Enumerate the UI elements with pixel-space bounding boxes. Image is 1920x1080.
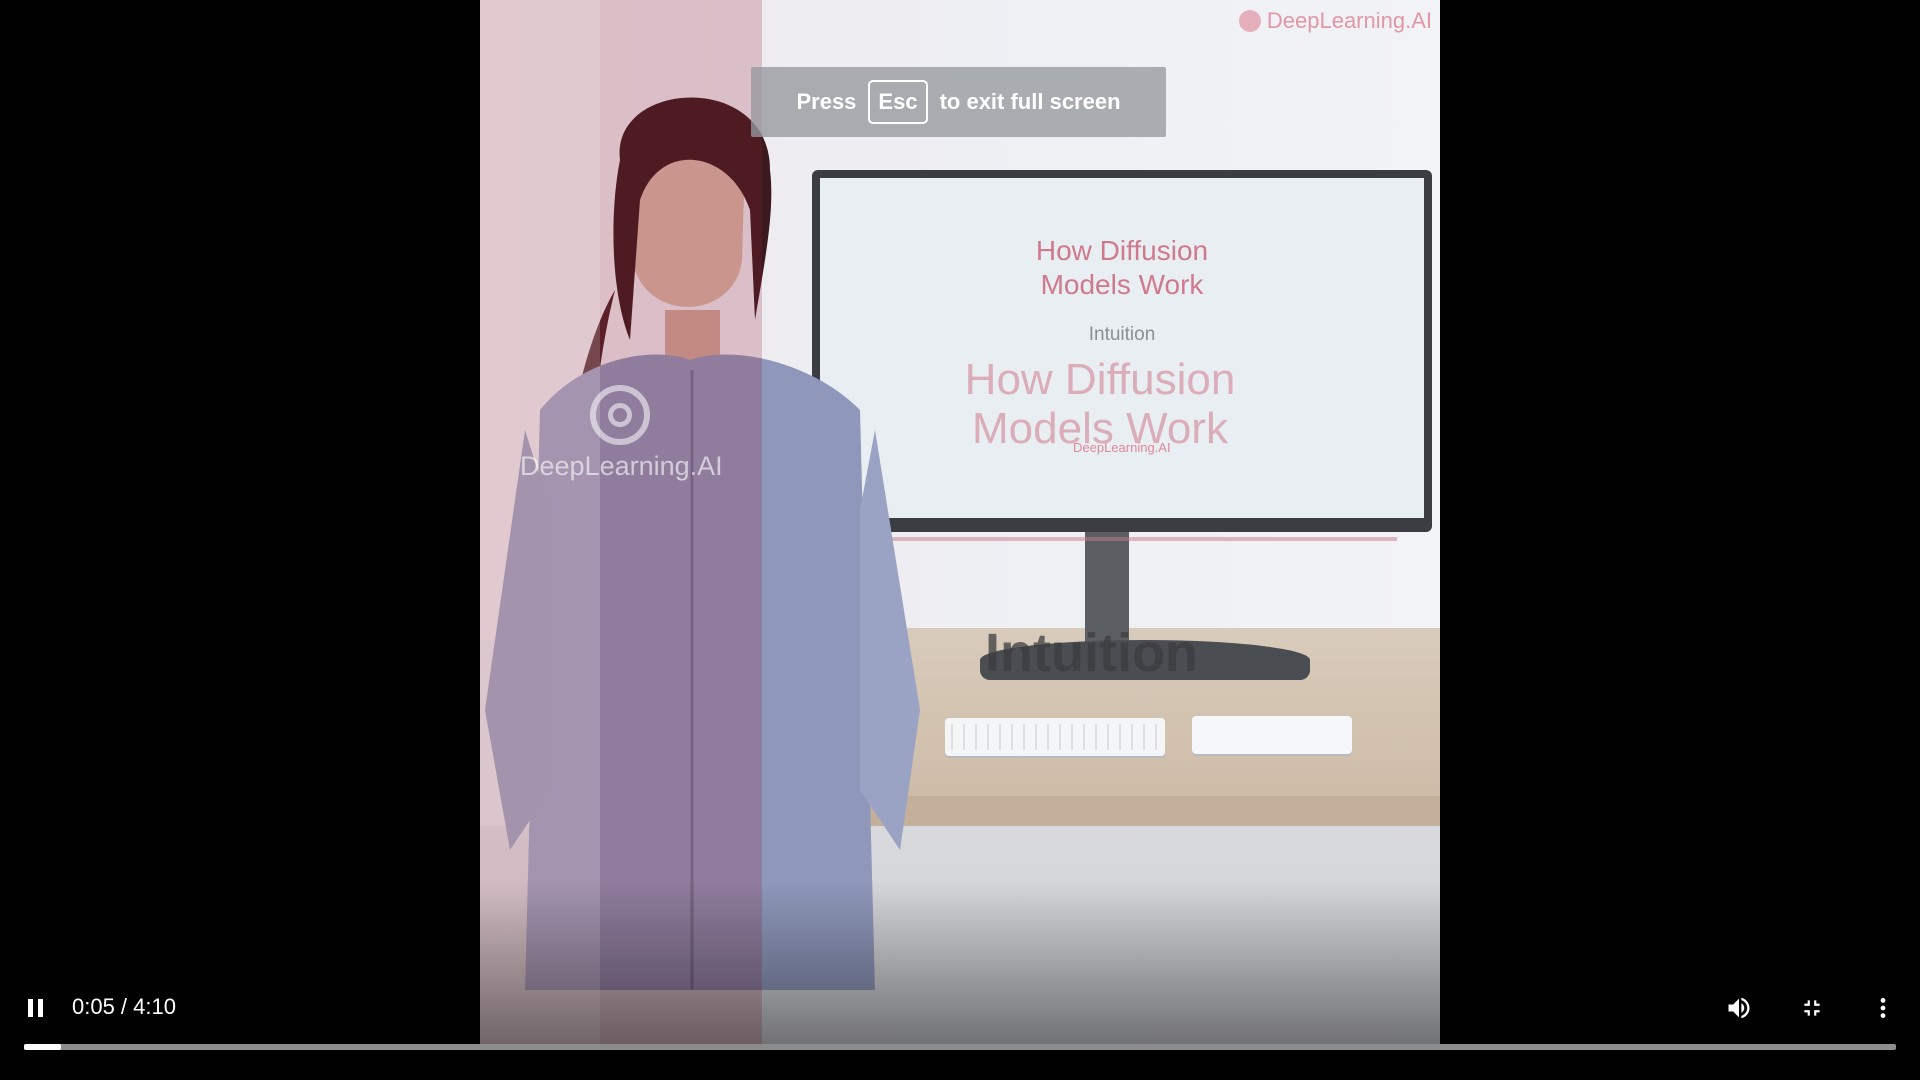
deeplearning-logo-icon (590, 385, 650, 445)
progress-played (24, 1044, 62, 1050)
trackpad (1192, 716, 1352, 754)
exit-fullscreen-icon (1804, 1000, 1820, 1016)
ghost-logo-text: DeepLearning.AI (1073, 440, 1171, 455)
desk-edge (870, 796, 1440, 826)
exit-fullscreen-button[interactable] (1784, 980, 1840, 1036)
fullscreen-toast: Press Esc to exit full screen (751, 67, 1166, 137)
progress-bar[interactable] (24, 1044, 1896, 1050)
side-logo: DeepLearning.AI (520, 385, 723, 482)
more-options-icon (1880, 998, 1886, 1018)
toast-press: Press (796, 89, 857, 114)
keyboard (945, 718, 1165, 756)
ghost-title-line1: How Diffusion (964, 355, 1236, 404)
volume-icon (1728, 997, 1750, 1019)
side-logo-text: DeepLearning.AI (520, 451, 723, 481)
ghost-subtitle: Intuition (985, 623, 1198, 683)
play-pause-button[interactable] (8, 980, 64, 1036)
corner-watermark-text: DeepLearning.AI (1266, 8, 1432, 33)
corner-watermark: DeepLearning.AI (1238, 8, 1432, 34)
toast-suffix: to exit full screen (939, 89, 1121, 114)
pause-icon (28, 999, 43, 1017)
volume-button[interactable] (1711, 980, 1767, 1036)
toast-esc-key: Esc (868, 80, 928, 124)
player-controls: 0:05 / 4:10 (0, 980, 1920, 1040)
more-options-button[interactable] (1855, 980, 1911, 1036)
time-display: 0:05 / 4:10 (72, 994, 176, 1019)
deeplearning-mark-icon (1238, 10, 1261, 32)
